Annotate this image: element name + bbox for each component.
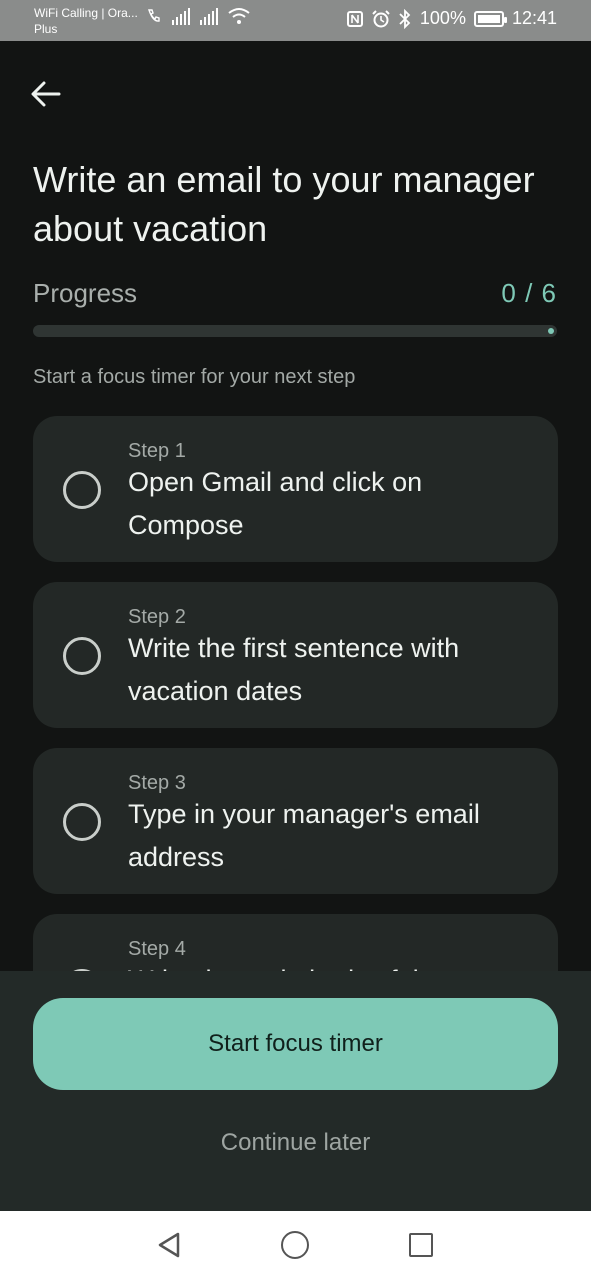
step-number: Step 2 [128, 606, 186, 628]
step-card[interactable]: Step 2 Write the first sentence with vac… [33, 582, 558, 728]
carrier-plan: Plus [34, 22, 58, 36]
step-text: Open Gmail and click on Compose [128, 467, 423, 540]
start-focus-timer-button[interactable]: Start focus timer [33, 998, 558, 1090]
alarm-icon [372, 9, 390, 27]
progress-bar [33, 325, 557, 337]
progress-label: Progress [33, 278, 138, 308]
step-text: Write the main body of the [128, 959, 538, 971]
steps-list[interactable]: Step 1 Open Gmail and click on Compose S… [33, 416, 558, 971]
status-bar: WiFi Calling | Ora... Plus 100% 12:41 [0, 0, 591, 41]
step-number: Step 3 [128, 772, 186, 794]
nav-back-icon[interactable] [153, 1229, 185, 1261]
wifi-icon [228, 8, 250, 24]
status-icons-left [146, 7, 250, 25]
step-number: Step 4 [128, 938, 186, 960]
step-text: Type in your manager's email address [128, 799, 480, 872]
nfc-icon [346, 10, 363, 27]
bluetooth-icon [399, 8, 411, 29]
signal-icon [200, 7, 218, 25]
step-card[interactable]: Step 1 Open Gmail and click on Compose [33, 416, 558, 562]
step-text: Write the first sentence with vacation d… [128, 633, 460, 706]
clock: 12:41 [511, 8, 557, 28]
step-card[interactable]: Step 3 Type in your manager's email addr… [33, 748, 558, 894]
step-card[interactable]: Step 4 Write the main body of the [33, 914, 558, 971]
nav-home-icon[interactable] [281, 1231, 309, 1259]
arrow-left-icon [31, 81, 61, 107]
step-checkbox[interactable] [63, 803, 101, 841]
carrier-info: WiFi Calling | Ora... Plus [34, 5, 138, 37]
action-sheet: Start focus timer Continue later [0, 971, 591, 1211]
page-title: Write an email to your manager about vac… [33, 159, 535, 249]
nav-recents-icon[interactable] [409, 1233, 433, 1257]
back-button[interactable] [26, 74, 66, 114]
system-nav-bar [0, 1211, 591, 1280]
battery-icon [473, 10, 507, 27]
continue-later-button[interactable]: Continue later [0, 1129, 591, 1157]
step-checkbox[interactable] [63, 471, 101, 509]
signal-icon [172, 7, 190, 25]
status-icons-right: 100% 12:41 [346, 8, 557, 29]
step-number: Step 1 [128, 440, 186, 462]
progress-count: 0 / 6 [501, 278, 557, 308]
step-checkbox[interactable] [63, 637, 101, 675]
progress-indicator [548, 328, 554, 334]
focus-hint: Start a focus timer for your next step [33, 366, 356, 388]
wifi-calling-icon [148, 9, 160, 22]
battery-percent: 100% [419, 8, 466, 28]
carrier-name: WiFi Calling | Ora... [34, 6, 138, 20]
